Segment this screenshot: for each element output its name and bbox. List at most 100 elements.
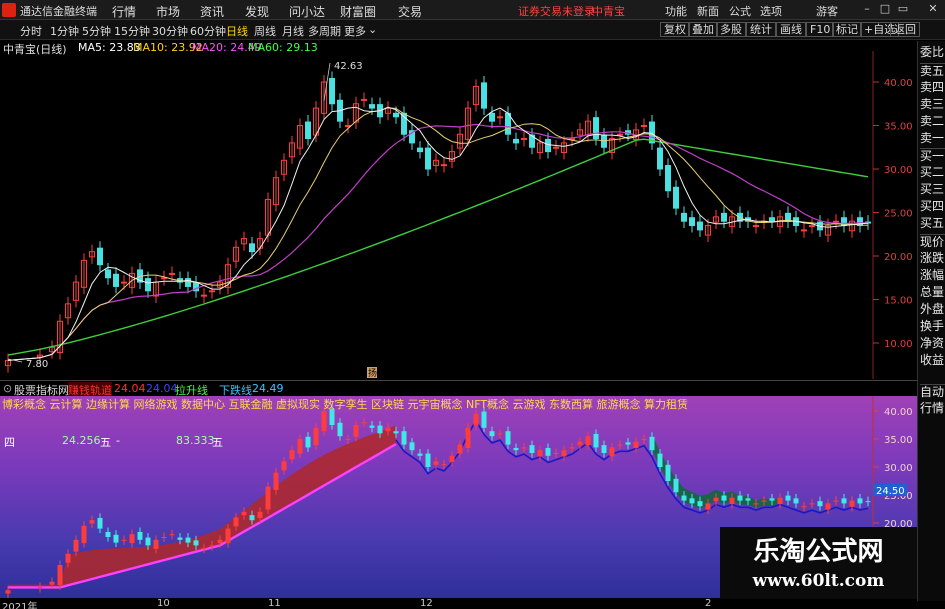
side-item-bid5[interactable]: 买五 [920,216,945,230]
adjust-button[interactable]: 复权 [660,22,690,37]
f10-button[interactable]: F10 [806,22,835,37]
side-item-change[interactable]: 涨跌 [920,251,945,265]
menu-formula[interactable]: 公式 [729,3,751,19]
flag-marker: 扬 [368,367,377,379]
price-label: 20.00 [884,252,913,263]
menu-market[interactable]: 市场 [156,3,180,20]
side-item-ask3[interactable]: 卖三 [920,97,945,111]
indicator-value-1: 24.04 [114,382,146,395]
tf-more[interactable]: 更多 [344,23,366,39]
indicator-candle-body [785,495,791,501]
tf-60min[interactable]: 60分钟 [190,23,226,39]
stats-text-1: 五 [100,436,111,449]
candlestick-chart[interactable]: 42.63 7.80 扬 40.00 35.00 30.00 25.00 20.00 15… [0,41,917,381]
indicator-candle-body [617,444,623,446]
side-item-bid3[interactable]: 买三 [920,182,945,196]
menu-quotes[interactable]: 行情 [112,3,136,20]
side-item-volume[interactable]: 总量 [920,285,945,299]
tf-5min[interactable]: 5分钟 [82,23,111,39]
draw-button[interactable]: 画线 [776,22,806,37]
indicator-settings-icon[interactable]: ⊙ [3,382,12,395]
indicator-candle-body [57,565,63,586]
concept-tags: 博彩概念 云计算 边缘计算 网络游戏 数据中心 互联金融 虚拟现实 数字孪生 区… [2,398,689,411]
menu-discover[interactable]: 发现 [245,3,269,20]
side-item-bid2[interactable]: 买二 [920,165,945,179]
price-candle-body [721,212,727,222]
multi-stock-button[interactable]: 多股 [716,22,746,37]
tf-intraday[interactable]: 分时 [20,23,42,39]
side-item-commission-ratio[interactable]: 委比 [920,45,945,59]
indicator-candle-body [337,422,343,437]
price-candle-body [369,104,375,109]
price-candle-body [513,138,519,144]
side-item-auto[interactable]: 自动 [920,384,945,399]
menu-trade[interactable]: 交易 [398,3,422,20]
close-icon[interactable]: ✕ [926,2,940,16]
maximize-icon[interactable]: ▭ [896,2,910,16]
price-candle-body [809,225,815,228]
tf-30min[interactable]: 30分钟 [152,23,188,39]
side-item-earnings[interactable]: 收益 [920,353,945,367]
period-toolbar: 分时 1分钟 5分钟 15分钟 30分钟 60分钟 日线 周线 月线 多周期 更… [0,20,945,40]
indicator-candle-body [321,411,327,432]
price-candle-body [425,147,431,170]
minimize-icon[interactable]: – [860,2,874,16]
side-item-ask1[interactable]: 卖一 [920,131,945,145]
price-candle-body [185,278,191,287]
indicator-candle-body [753,503,759,505]
menu-ask[interactable]: 问小达 [289,3,325,20]
restore-icon[interactable]: □ [878,2,892,16]
indicator-candle-body [713,497,719,502]
menu-layout[interactable]: 新面 [697,3,719,19]
tf-15min[interactable]: 15分钟 [114,23,150,39]
side-item-ask5[interactable]: 卖五 [920,63,945,78]
indicator-candle-body [265,486,271,510]
menu-options[interactable]: 选项 [760,3,782,19]
indicator-candle-body [217,539,223,544]
overlay-button[interactable]: 叠加 [688,22,718,37]
indicator-value-2: 24.04 [146,382,178,395]
tf-1min[interactable]: 1分钟 [50,23,79,39]
date-label-11: 11 [268,598,281,609]
menu-wealth[interactable]: 财富圈 [340,3,376,20]
side-item-nav[interactable]: 净资 [920,336,945,350]
indicator-candle-body [281,461,287,471]
side-item-quotes[interactable]: 行情 [920,401,945,415]
indicator-candle-body [65,553,71,563]
indicator-candle-body [209,545,215,547]
side-item-outer[interactable]: 外盘 [920,302,945,316]
tf-daily[interactable]: 日线 [226,23,248,39]
tf-weekly[interactable]: 周线 [254,23,276,39]
stats-button[interactable]: 统计 [746,22,776,37]
menu-news[interactable]: 资讯 [200,3,224,20]
tf-multi[interactable]: 多周期 [308,23,341,39]
side-item-bid1[interactable]: 买一 [920,148,945,163]
side-item-ask4[interactable]: 卖四 [920,80,945,94]
price-candle-body [105,269,111,279]
back-button[interactable]: 返回 [890,22,920,37]
side-item-bid4[interactable]: 买四 [920,199,945,213]
stats-text-3: 五 [212,436,223,449]
indicator-candle-body [345,439,351,440]
ma5-label: MA5: 23.83 [78,41,141,54]
menu-guest[interactable]: 游客 [816,3,838,19]
indicator-candle-body [609,447,615,457]
mark-button[interactable]: 标记 [832,22,862,37]
login-alert[interactable]: 证券交易未登录 [518,3,595,19]
date-label-2: 2 [705,598,712,609]
indicator-candle-body [793,498,799,504]
price-candle-body [201,294,207,297]
indicator-value-3: 24.49 [252,382,284,395]
menu-function[interactable]: 功能 [665,3,687,19]
side-item-turnover[interactable]: 换手 [920,319,945,333]
tf-monthly[interactable]: 月线 [282,23,304,39]
indicator-candle-body [497,433,503,435]
side-item-ask2[interactable]: 卖二 [920,114,945,128]
chevron-down-icon[interactable]: ⌄ [368,23,377,36]
indicator-candle-body [129,534,135,544]
price-candle-body [121,281,127,284]
title-bar: 通达信金融终端 行情 市场 资讯 发现 问小达 财富圈 交易 证券交易未登录 中… [0,0,945,20]
side-item-price[interactable]: 现价 [920,234,945,249]
side-item-change-pct[interactable]: 涨幅 [920,268,945,282]
indicator-candle-body [601,445,607,453]
